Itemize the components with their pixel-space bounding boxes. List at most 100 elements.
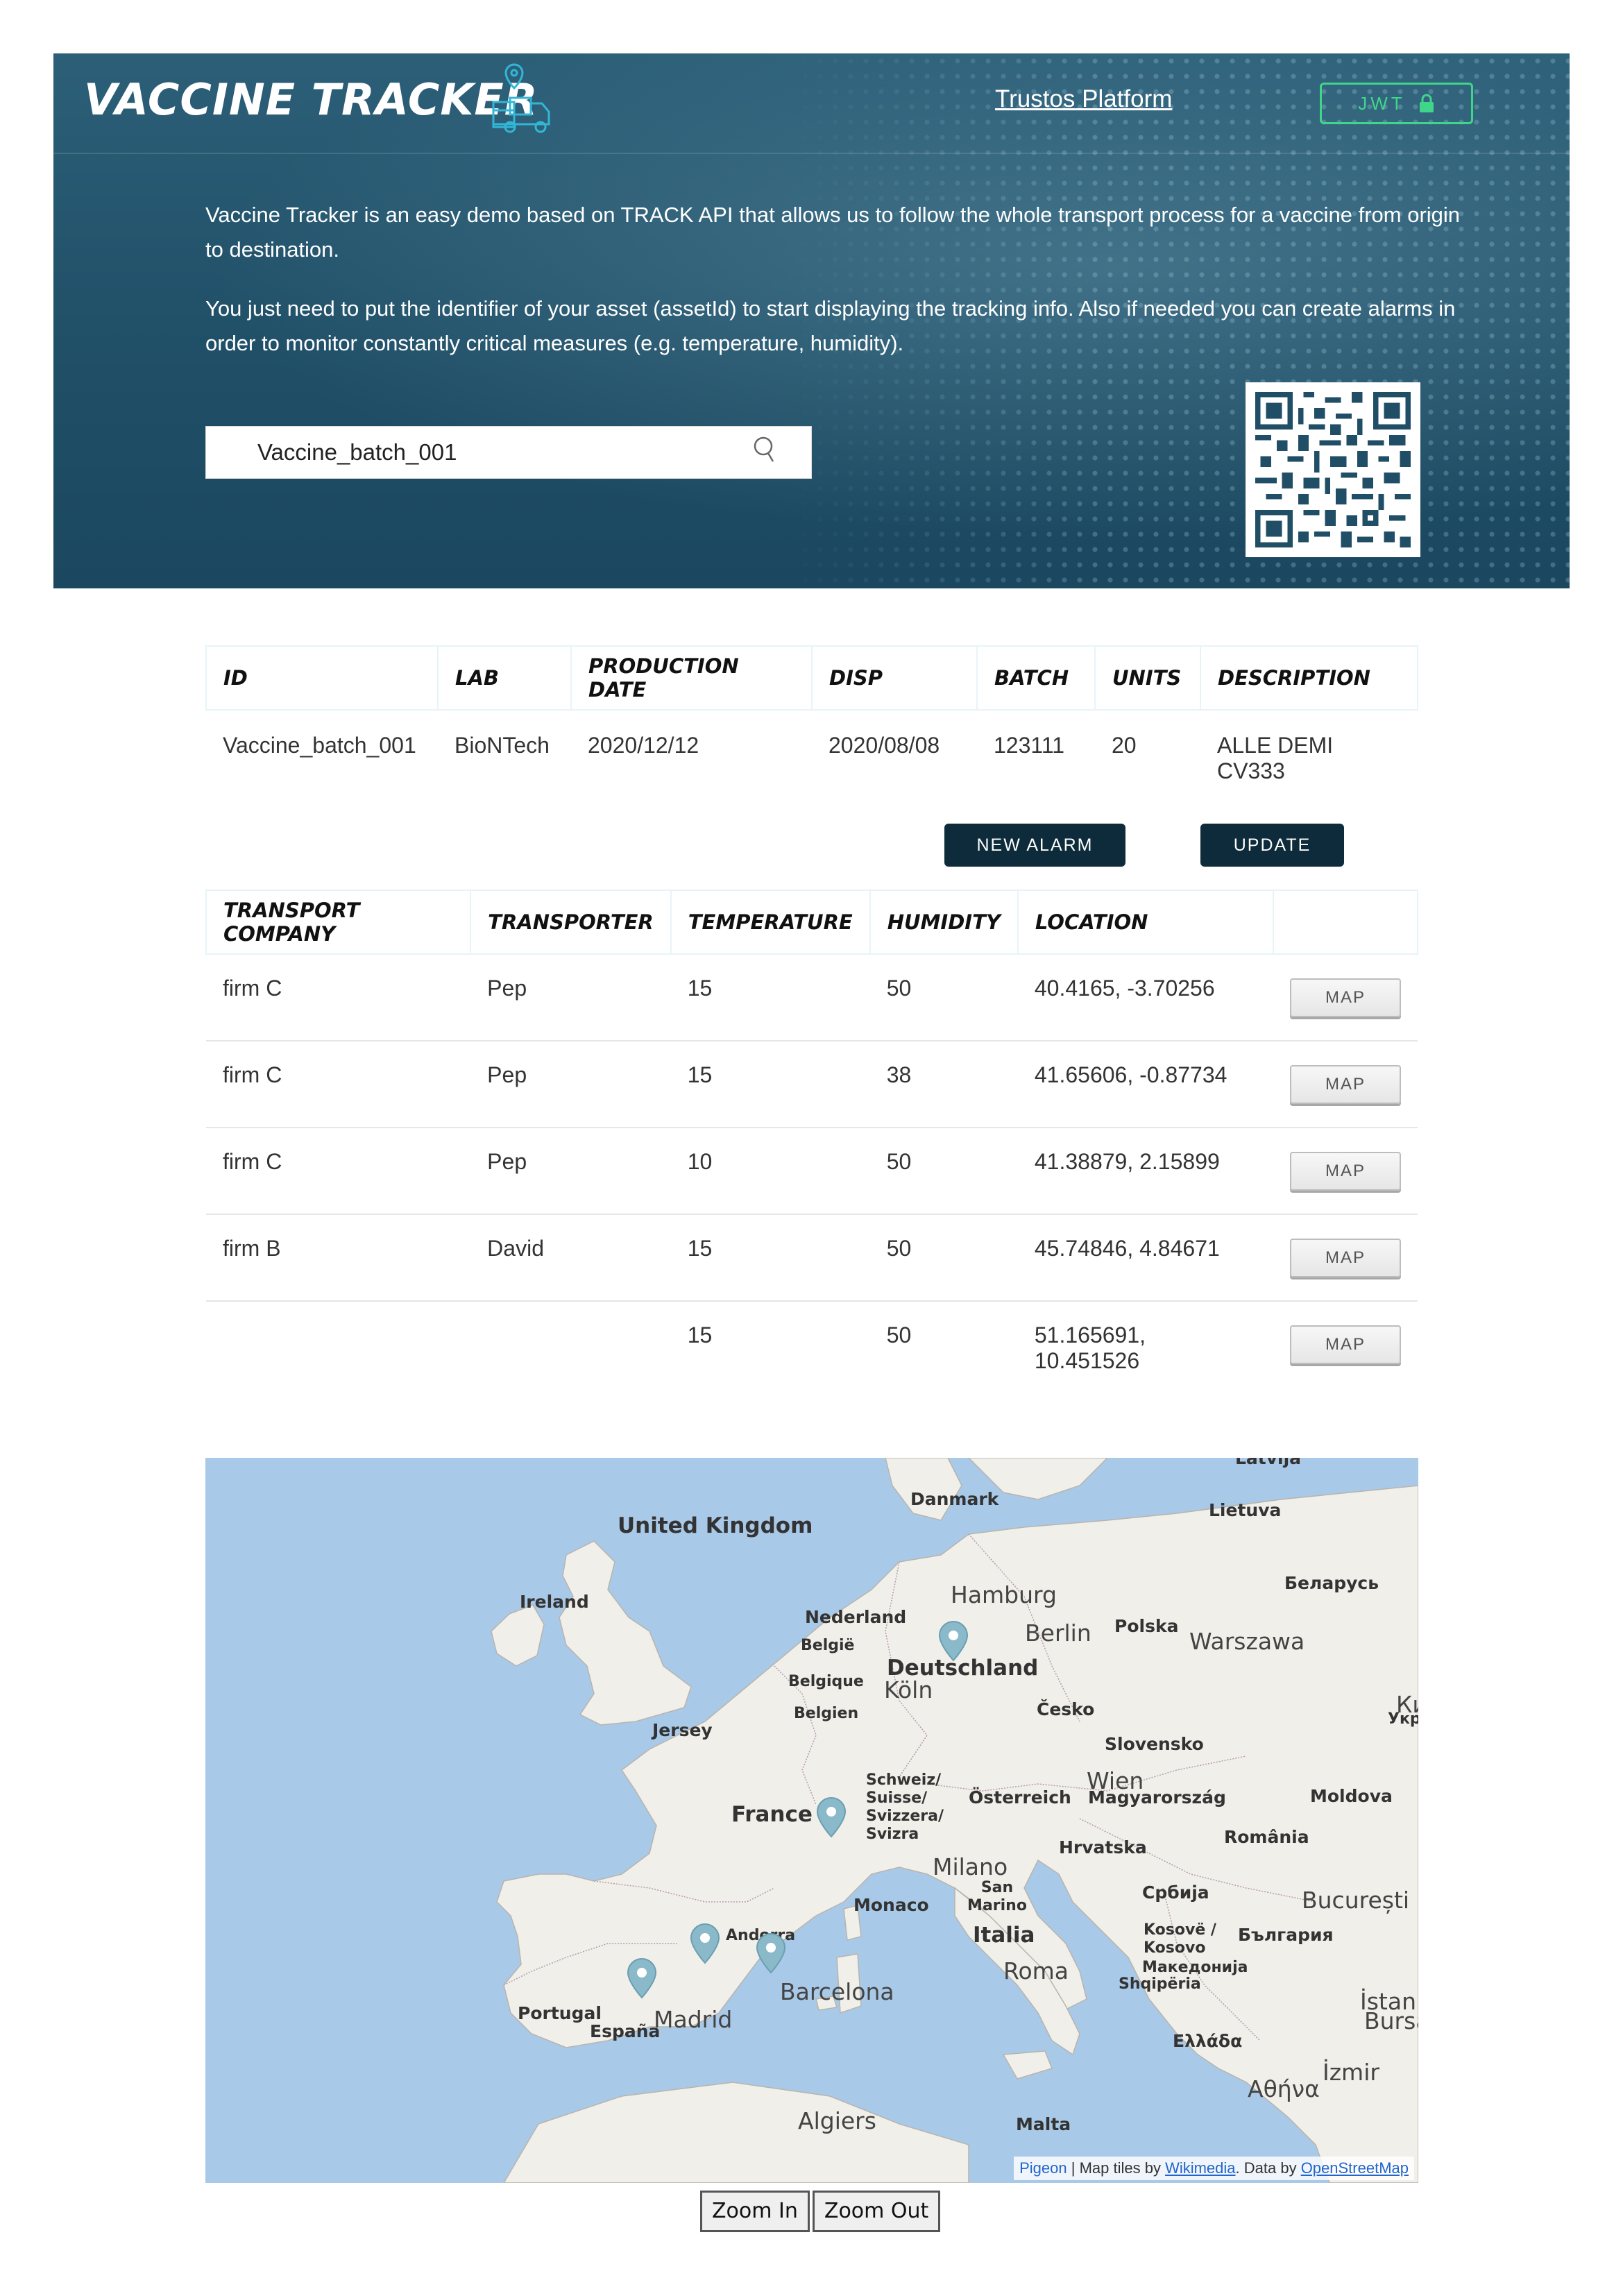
- column-header-temperature: TEMPERATURE: [670, 890, 871, 955]
- map-label-jersey: Jersey: [652, 1720, 713, 1740]
- transport-company: firm C: [206, 954, 471, 1041]
- location: 40.4165, -3.70256: [1017, 954, 1273, 1041]
- asset-disp: 2020/08/08: [829, 733, 940, 758]
- map-label-belgique: Belgique: [788, 1673, 864, 1690]
- asset-search-input[interactable]: [257, 427, 743, 478]
- humidity: 50: [869, 1128, 1018, 1215]
- column-header-id: ID: [205, 645, 439, 711]
- asset-description: ALLE DEMI CV333: [1217, 733, 1334, 783]
- map-pin-icon[interactable]: [689, 1923, 721, 1964]
- transport-table-header: TRANSPORT COMPANY TRANSPORTER TEMPERATUR…: [205, 890, 1418, 955]
- search-icon[interactable]: [749, 434, 780, 467]
- map-label-barcelona: Barcelona: [780, 1978, 894, 2005]
- map-label-monaco: Monaco: [853, 1895, 929, 1915]
- transporter: Pep: [470, 1041, 671, 1128]
- column-header-disp: DISP: [811, 645, 978, 711]
- new-alarm-button[interactable]: NEW ALARM: [944, 824, 1125, 867]
- temperature: 15: [670, 954, 870, 1041]
- table-row: firm C Pep 10 50 41.38879, 2.15899 MAP: [206, 1128, 1418, 1215]
- zoom-in-button[interactable]: Zoom In: [700, 2191, 810, 2232]
- attribution-text: . Data by: [1235, 2159, 1301, 2177]
- transport-table: TRANSPORT COMPANY TRANSPORTER TEMPERATUR…: [205, 890, 1418, 1388]
- transport-company: firm C: [206, 1128, 471, 1215]
- map-button[interactable]: MAP: [1290, 978, 1401, 1017]
- humidity: 50: [886, 1323, 912, 1347]
- map-label-osterreich: Österreich: [969, 1787, 1071, 1808]
- map-label-bulgaria: България: [1238, 1925, 1334, 1945]
- lock-icon: [1419, 94, 1434, 112]
- map-label-cesko: Česko: [1037, 1699, 1095, 1719]
- map-label-latvija: Latvija: [1235, 1458, 1302, 1468]
- column-header-lab: LAB: [437, 645, 572, 711]
- table-row: firm B David 15 50 45.74846, 4.84671 MAP: [206, 1214, 1418, 1302]
- map-label-portugal: Portugal: [518, 2003, 602, 2023]
- map-button[interactable]: MAP: [1290, 1065, 1401, 1104]
- map-label-italia: Italia: [973, 1923, 1035, 1948]
- map-pin-icon[interactable]: [626, 1957, 658, 1999]
- intro-paragraph-1: Vaccine Tracker is an easy demo based on…: [205, 203, 1461, 262]
- map-pin-icon[interactable]: [937, 1620, 969, 1662]
- map-attribution: Pigeon | Map tiles by Wikimedia. Data by…: [1014, 2157, 1414, 2180]
- asset-production-date: 2020/12/12: [588, 733, 699, 758]
- table-row: firm C Pep 15 38 41.65606, -0.87734 MAP: [206, 1041, 1418, 1128]
- jwt-button[interactable]: JWT: [1320, 83, 1473, 124]
- location: 51.165691, 10.451526: [1034, 1323, 1146, 1373]
- column-header-description: DESCRIPTION: [1200, 645, 1418, 711]
- map-label-bursa: Bursa: [1364, 2007, 1418, 2034]
- update-button[interactable]: UPDATE: [1200, 824, 1344, 867]
- map-button[interactable]: MAP: [1290, 1325, 1401, 1364]
- jwt-label: JWT: [1358, 92, 1406, 114]
- map-pin-icon[interactable]: [815, 1796, 847, 1838]
- map-label-kosove: Kosovë / Kosovo: [1144, 1921, 1216, 1957]
- map-label-malta: Malta: [1016, 2114, 1071, 2134]
- map-label-berlin: Berlin: [1025, 1619, 1091, 1647]
- map-label-romania: România: [1224, 1827, 1309, 1847]
- column-header-humidity: HUMIDITY: [869, 890, 1019, 955]
- map-label-sanmarino: San Marino: [967, 1879, 1027, 1914]
- transporter: [470, 1301, 671, 1388]
- asset-table-header: ID LAB PRODUCTION DATE DISP BATCH UNITS …: [205, 645, 1418, 711]
- column-header-units: UNITS: [1094, 645, 1201, 711]
- map-label-uk: United Kingdom: [618, 1513, 813, 1538]
- wikimedia-link[interactable]: Wikimedia: [1165, 2159, 1235, 2177]
- asset-lab: BioNTech: [454, 733, 550, 758]
- intro-paragraph-2: You just need to put the identifier of y…: [205, 296, 1456, 355]
- asset-batch: 123111: [994, 733, 1065, 758]
- temperature: 15: [670, 1041, 870, 1128]
- column-header-batch: BATCH: [976, 645, 1096, 711]
- map-button[interactable]: MAP: [1290, 1152, 1401, 1191]
- transport-company: [206, 1301, 470, 1388]
- tracking-map[interactable]: United Kingdom Ireland Danmark Lietuva L…: [205, 1458, 1418, 2183]
- humidity-alert: 38: [869, 1041, 1018, 1128]
- zoom-out-button[interactable]: Zoom Out: [812, 2191, 941, 2232]
- location: 41.65606, -0.87734: [1017, 1041, 1273, 1128]
- transporter: Pep: [470, 954, 671, 1041]
- map-label-france: France: [731, 1802, 813, 1827]
- temperature: 15: [687, 1323, 713, 1347]
- trustos-platform-link[interactable]: Trustos Platform: [995, 85, 1172, 113]
- map-label-polska: Polska: [1114, 1616, 1179, 1636]
- pigeon-link[interactable]: Pigeon: [1019, 2159, 1067, 2177]
- map-pin-icon[interactable]: [755, 1932, 787, 1974]
- map-button[interactable]: MAP: [1290, 1239, 1401, 1277]
- map-label-makedonija: Македонија: [1142, 1959, 1248, 1976]
- map-label-nederland: Nederland: [805, 1607, 907, 1627]
- openstreetmap-link[interactable]: OpenStreetMap: [1301, 2159, 1409, 2177]
- asset-info-table: ID LAB PRODUCTION DATE DISP BATCH UNITS …: [205, 645, 1418, 784]
- column-header-location: LOCATION: [1017, 890, 1275, 955]
- map-label-shqiperia: Shqipëria: [1119, 1975, 1201, 1993]
- asset-units: 20: [1112, 733, 1137, 758]
- temperature-alert: 10: [670, 1128, 870, 1215]
- map-label-belarus: Беларусь: [1284, 1573, 1379, 1593]
- map-label-warszawa: Warszawa: [1189, 1628, 1305, 1655]
- map-label-moldova: Moldova: [1310, 1786, 1393, 1806]
- map-label-koln: Köln: [884, 1676, 933, 1703]
- map-label-ireland: Ireland: [520, 1592, 589, 1612]
- transport-company: firm C: [206, 1041, 471, 1128]
- humidity: 50: [869, 1214, 1018, 1302]
- transporter: David: [470, 1214, 671, 1302]
- table-row: firm C Pep 15 50 40.4165, -3.70256 MAP: [206, 954, 1418, 1041]
- map-label-lietuva: Lietuva: [1209, 1500, 1282, 1520]
- column-header-map: [1273, 890, 1418, 955]
- column-header-transporter: TRANSPORTER: [470, 890, 672, 955]
